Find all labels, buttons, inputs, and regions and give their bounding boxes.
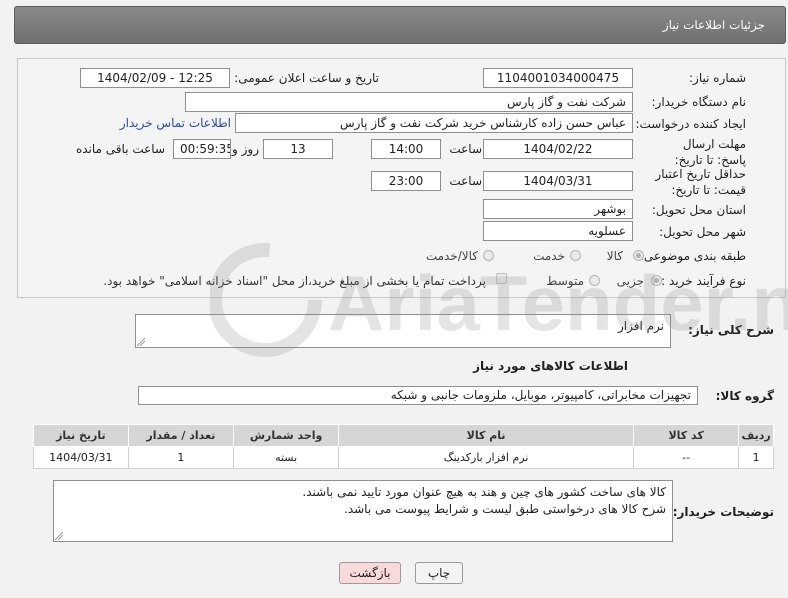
process-radio-minor[interactable] [651, 275, 662, 286]
print-button[interactable]: چاپ [415, 562, 463, 584]
validity-time-label: ساعت [449, 174, 482, 188]
category-radio-service[interactable] [570, 250, 581, 261]
province-label: استان محل تحویل: [651, 203, 746, 217]
days-label: روز و [232, 142, 259, 156]
col-quantity: تعداد / مقدار [127, 424, 234, 447]
goods-section-title: اطلاعات کالاهای مورد نیاز [473, 359, 628, 373]
col-row: ردیف [738, 424, 774, 447]
col-need-date: تاریخ نیاز [33, 424, 129, 447]
resize-grip-icon[interactable] [137, 338, 145, 346]
time-remaining-field: 00:59:35 [173, 139, 231, 159]
page-title: جزئیات اطلاعات نیاز [662, 18, 765, 32]
buyer-notes-line-2: شرح کالا های درخواستی طبق لیست و شرایط پ… [344, 502, 666, 516]
cell-goods-name: نرم افزار بارکدینگ [338, 446, 634, 469]
cell-unit: بسته [232, 446, 340, 469]
goods-group-label: گروه کالا: [715, 389, 774, 403]
description-textarea[interactable]: نرم افزار [135, 314, 671, 348]
payment-treasury-checkbox[interactable] [496, 273, 507, 284]
days-remaining-field: 13 [263, 139, 333, 159]
buyer-contact-link[interactable]: اطلاعات تماس خریدار [120, 116, 231, 130]
buyer-org-field: شرکت نفت و گاز پارس [185, 92, 633, 112]
buyer-org-label: نام دستگاه خریدار: [651, 95, 747, 109]
resize-grip-icon[interactable] [55, 532, 63, 540]
announce-label: تاریخ و ساعت اعلان عمومی: [234, 71, 379, 85]
cell-need-date: 1404/03/31 [33, 446, 129, 469]
process-option-minor: جزیی [616, 274, 644, 288]
need-number-field: 1104001034000475 [483, 68, 633, 88]
city-field: عسلویه [483, 221, 633, 241]
cell-goods-code: -- [632, 446, 740, 469]
category-radio-goods[interactable] [633, 250, 644, 261]
category-radio-goods-service[interactable] [483, 250, 494, 261]
category-label: طبقه بندی موضوعی: [639, 249, 746, 263]
deadline-label: مهلت ارسال پاسخ: تا تاریخ: [674, 137, 746, 167]
goods-group-field: تجهیزات مخابراتی، کامپیوتر، موبایل، ملزو… [138, 386, 698, 405]
buyer-notes-textarea[interactable]: کالا های ساخت کشور های چین و هند به هیچ … [53, 480, 673, 542]
goods-table-header: تاریخ نیاز تعداد / مقدار واحد شمارش نام … [33, 424, 774, 447]
col-unit: واحد شمارش [232, 424, 340, 447]
buyer-notes-label: توضیحات خریدار: [672, 505, 774, 519]
process-radio-medium[interactable] [589, 275, 600, 286]
creator-label: ایجاد کننده درخواست: [635, 117, 746, 131]
col-goods-code: کد کالا [632, 424, 740, 447]
announce-datetime-field: 1404/02/09 - 12:25 [80, 68, 230, 88]
validity-label: حداقل تاریخ اعتبار قیمت: تا تاریخ: [655, 167, 746, 197]
payment-treasury-note: پرداخت تمام یا بخشی از مبلغ خرید،از محل … [103, 274, 486, 288]
table-row: 1404/03/31 1 بسته نرم افزار بارکدینگ -- … [33, 446, 774, 469]
description-text: نرم افزار [617, 319, 664, 333]
back-button[interactable]: بازگشت [339, 562, 401, 584]
deadline-time-field: 14:00 [371, 139, 441, 159]
city-label: شهر محل تحویل: [659, 225, 746, 239]
cell-row-number: 1 [738, 446, 774, 469]
process-label: نوع فرآیند خرید : [661, 274, 746, 288]
category-option-service: خدمت [533, 249, 565, 263]
description-label: شرح کلی نیاز: [688, 323, 774, 337]
time-remaining-label: ساعت باقی مانده [75, 142, 165, 156]
page-header: جزئیات اطلاعات نیاز [14, 6, 786, 44]
deadline-time-label: ساعت [449, 142, 482, 156]
buyer-notes-line-1: کالا های ساخت کشور های چین و هند به هیچ … [302, 485, 666, 499]
category-option-goods-service: کالا/خدمت [425, 249, 478, 263]
validity-date-field: 1404/03/31 [483, 171, 633, 191]
goods-table: تاریخ نیاز تعداد / مقدار واحد شمارش نام … [33, 424, 774, 469]
creator-field: عباس حسن زاده کارشناس خرید شرکت نفت و گا… [235, 113, 633, 133]
province-field: بوشهر [483, 199, 633, 219]
validity-time-field: 23:00 [371, 171, 441, 191]
cell-quantity: 1 [127, 446, 234, 469]
process-option-medium: متوسط [546, 274, 584, 288]
deadline-date-field: 1404/02/22 [483, 139, 633, 159]
need-number-label: شماره نیاز: [689, 71, 746, 85]
col-goods-name: نام کالا [338, 424, 634, 447]
category-option-goods: کالا [606, 249, 623, 263]
